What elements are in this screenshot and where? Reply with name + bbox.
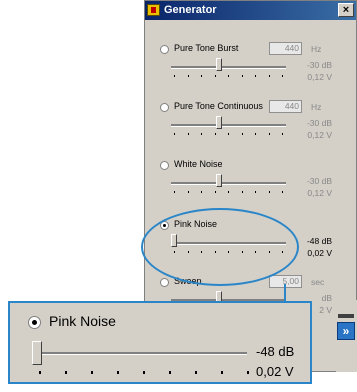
tick-mark bbox=[91, 371, 93, 374]
level-slider-track[interactable] bbox=[171, 124, 286, 127]
tick-mark bbox=[241, 191, 243, 193]
white-noise-radio[interactable] bbox=[160, 161, 169, 170]
tick-mark bbox=[187, 133, 189, 135]
tick-mark bbox=[282, 133, 283, 135]
tick-mark bbox=[241, 133, 243, 135]
level-voltage: 0,12 V bbox=[307, 72, 332, 82]
tick-mark bbox=[174, 133, 175, 135]
sweep-duration-unit: sec bbox=[311, 277, 325, 287]
tick-mark bbox=[187, 75, 189, 77]
level-db: dB bbox=[321, 293, 332, 303]
tick-mark bbox=[174, 75, 175, 77]
level-slider-track-zoom[interactable] bbox=[36, 352, 247, 355]
slider-ticks bbox=[174, 133, 286, 136]
pure-tone-burst-radio[interactable] bbox=[160, 45, 169, 54]
tick-mark bbox=[214, 133, 216, 135]
level-db: -48 dB bbox=[306, 236, 332, 246]
tick-mark bbox=[187, 191, 189, 193]
tick-mark bbox=[117, 371, 119, 374]
frequency-field[interactable]: 440 bbox=[269, 100, 302, 113]
tick-mark bbox=[143, 371, 145, 374]
level-voltage: 0,02 V bbox=[307, 248, 332, 258]
tick-mark bbox=[247, 371, 249, 374]
panel-bar bbox=[338, 314, 354, 318]
tick-mark bbox=[201, 75, 202, 77]
tick-mark bbox=[214, 75, 216, 77]
level-slider-thumb[interactable] bbox=[215, 58, 222, 71]
level-voltage: 2 V bbox=[319, 305, 332, 315]
level-slider-track[interactable] bbox=[171, 66, 286, 69]
pink-noise-label-zoom: Pink Noise bbox=[49, 313, 116, 329]
tick-mark bbox=[282, 191, 283, 193]
level-slider-thumb[interactable] bbox=[215, 116, 222, 129]
tick-mark bbox=[221, 371, 223, 374]
pink-noise-radio-zoom[interactable] bbox=[28, 316, 41, 329]
slider-ticks-zoom bbox=[39, 371, 264, 375]
level-voltage-zoom: 0,02 V bbox=[256, 364, 294, 379]
app-icon bbox=[147, 4, 160, 16]
tick-mark bbox=[282, 75, 283, 77]
title-bar[interactable]: Generator × bbox=[145, 1, 356, 20]
pure-tone-burst-label: Pure Tone Burst bbox=[174, 43, 239, 53]
tick-mark bbox=[228, 75, 229, 77]
tick-mark bbox=[255, 133, 256, 135]
slider-ticks bbox=[174, 191, 286, 194]
level-slider-track[interactable] bbox=[171, 182, 286, 185]
frequency-unit: Hz bbox=[311, 102, 322, 112]
tick-mark bbox=[268, 75, 270, 77]
tick-mark bbox=[268, 133, 270, 135]
close-button[interactable]: × bbox=[338, 3, 354, 17]
pink-noise-zoom-callout: Pink Noise -48 dB 0,02 V bbox=[8, 301, 312, 384]
tick-mark bbox=[201, 191, 202, 193]
window-title: Generator bbox=[164, 4, 217, 16]
tick-mark bbox=[228, 191, 229, 193]
sweep-radio[interactable] bbox=[160, 278, 169, 287]
tick-mark bbox=[255, 191, 256, 193]
expand-button[interactable]: » bbox=[337, 322, 355, 340]
level-db-zoom: -48 dB bbox=[256, 344, 295, 359]
level-slider-thumb[interactable] bbox=[215, 174, 222, 187]
level-voltage: 0,12 V bbox=[307, 130, 332, 140]
section-pure-tone-burst: Pure Tone Burst 440 Hz -30 dB 0,12 V bbox=[145, 42, 356, 100]
level-db: -30 dB bbox=[306, 176, 332, 186]
tick-mark bbox=[201, 133, 202, 135]
tick-mark bbox=[195, 371, 197, 374]
pure-tone-continuous-label: Pure Tone Continuous bbox=[174, 101, 263, 111]
right-panel: » bbox=[336, 300, 357, 372]
tick-mark bbox=[214, 191, 216, 193]
level-db: -30 dB bbox=[306, 118, 332, 128]
section-pure-tone-continuous: Pure Tone Continuous 440 Hz -30 dB 0,12 … bbox=[145, 100, 356, 158]
tick-mark bbox=[39, 371, 41, 374]
level-slider-thumb-zoom[interactable] bbox=[32, 341, 42, 365]
tick-mark bbox=[65, 371, 67, 374]
pure-tone-continuous-radio[interactable] bbox=[160, 103, 169, 112]
tick-mark bbox=[228, 133, 229, 135]
level-voltage: 0,12 V bbox=[307, 188, 332, 198]
tick-mark bbox=[255, 75, 256, 77]
section-white-noise: White Noise -30 dB 0,12 V bbox=[145, 158, 356, 216]
tick-mark bbox=[174, 191, 175, 193]
highlight-ellipse bbox=[141, 208, 299, 286]
level-db: -30 dB bbox=[306, 60, 332, 70]
slider-ticks bbox=[174, 75, 286, 78]
white-noise-label: White Noise bbox=[174, 159, 223, 169]
frequency-field[interactable]: 440 bbox=[269, 42, 302, 55]
tick-mark bbox=[268, 191, 270, 193]
tick-mark bbox=[169, 371, 171, 374]
tick-mark bbox=[241, 75, 243, 77]
frequency-unit: Hz bbox=[311, 44, 322, 54]
